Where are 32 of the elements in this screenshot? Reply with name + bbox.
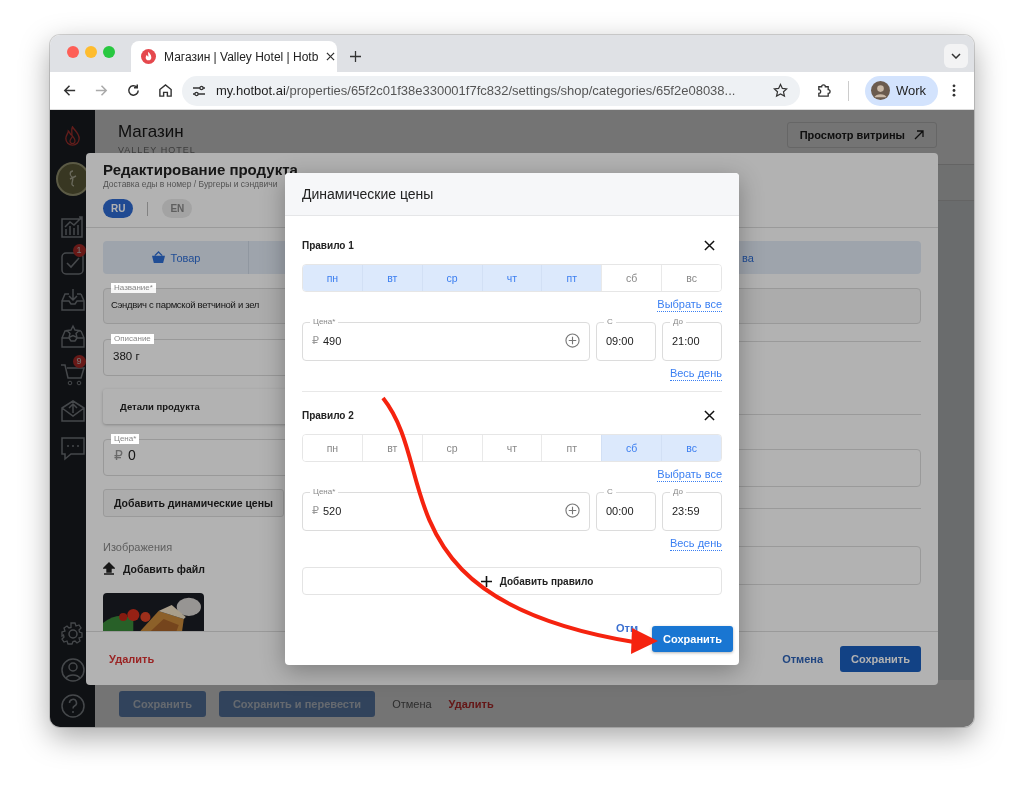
- field-label: С: [604, 487, 616, 497]
- field-label: До: [670, 487, 686, 497]
- field-value: Сэндвич с пармской ветчиной и зел: [111, 299, 260, 310]
- modal-title: Редактирование продукта: [103, 161, 299, 178]
- price-value: 0: [127, 447, 136, 463]
- field-value: 00:00: [606, 505, 634, 517]
- field-label: Название*: [111, 283, 156, 293]
- price-value: 520: [323, 504, 342, 517]
- page-title: Магазин: [118, 122, 185, 142]
- url-text: my.hotbot.ai/properties/65f2c01f38e330001f7fc832/settings/shop/categories/65f2e08038...: [216, 83, 737, 98]
- price-value: 490: [323, 334, 342, 347]
- field-label: Описание: [111, 334, 154, 344]
- breadcrumb: Доставка еды в номер / Бургеры и сэндвичи: [103, 179, 279, 189]
- field-value: 21:00: [672, 335, 700, 347]
- section-label: Изображения: [103, 541, 174, 553]
- field-label: С: [604, 317, 616, 327]
- currency-sign: ₽: [312, 334, 319, 347]
- dialog-title: Динамические цены: [302, 186, 434, 202]
- field-label: До: [670, 317, 686, 327]
- currency-sign: ₽: [312, 504, 319, 517]
- field-label: Цена*: [111, 434, 140, 444]
- rule-title: Правило 2: [302, 409, 354, 421]
- field-label: Цена*: [310, 317, 339, 327]
- notification-badge: 9: [72, 355, 86, 368]
- tab-title: Магазин | Valley Hotel | Hotb: [164, 49, 319, 64]
- notification-badge: 1: [72, 244, 86, 257]
- field-value: 09:00: [606, 335, 634, 347]
- field-label: Цена*: [310, 487, 339, 497]
- rule-title: Правило 1: [302, 239, 354, 251]
- currency-sign: ₽: [114, 447, 123, 463]
- field-value: 380 г: [113, 350, 140, 362]
- field-value: 23:59: [672, 505, 700, 517]
